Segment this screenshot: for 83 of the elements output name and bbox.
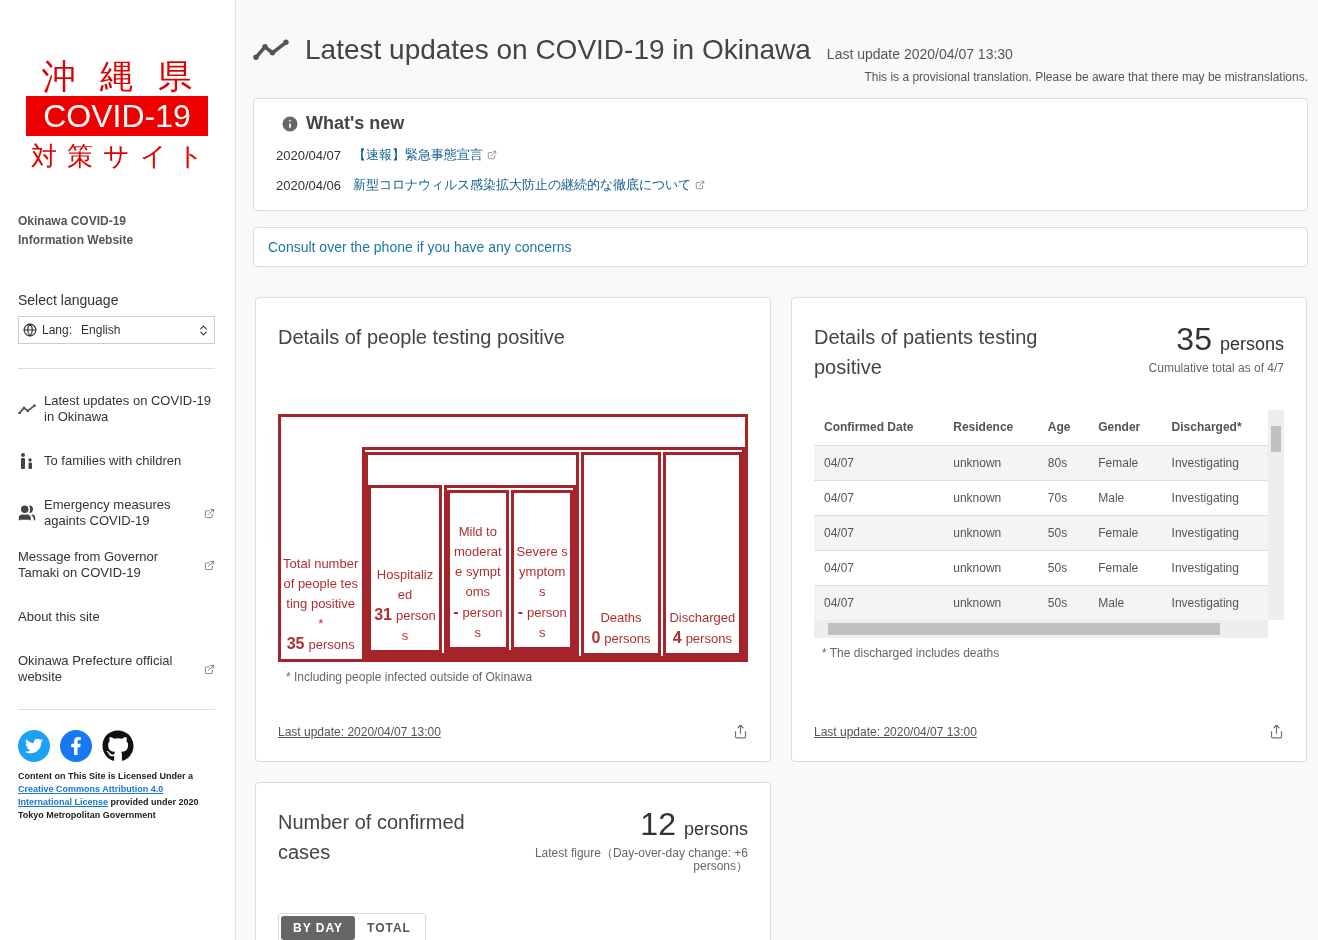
diagram-cell-text: Total number of people testing positive * 35 persons bbox=[282, 555, 360, 654]
github-icon[interactable] bbox=[102, 730, 134, 762]
card-title: Details of patients testing positive bbox=[814, 325, 1039, 380]
toggle-tab[interactable]: BY DAY bbox=[281, 916, 356, 940]
table-cell: unknown bbox=[943, 445, 1038, 480]
table-cell: 70s bbox=[1037, 480, 1089, 515]
column-header: Confirmed Date bbox=[814, 410, 944, 445]
language-label: Select language bbox=[18, 292, 120, 308]
news-date: 2020/04/07 bbox=[276, 147, 342, 163]
column-header: Age bbox=[1037, 410, 1089, 445]
license-link[interactable]: Creative Commons Attribution 4.0 bbox=[18, 784, 164, 794]
table-cell: 50s bbox=[1037, 515, 1089, 550]
last-update: Last update 2020/04/07 13:30 bbox=[826, 46, 1013, 62]
globe-icon bbox=[23, 323, 37, 337]
nav-item[interactable]: Okinawa Prefecture official website bbox=[18, 643, 215, 695]
share-icon[interactable] bbox=[1269, 724, 1284, 739]
select-label: Lang: bbox=[42, 323, 73, 337]
select-value: English bbox=[81, 323, 122, 337]
news-title: What's new bbox=[306, 113, 405, 134]
diagram-cell: Hospitalized 31 persons bbox=[368, 485, 442, 653]
count-caption: Latest figure（Day-over-day change: +6 persons） bbox=[533, 847, 748, 873]
table-cell: Male bbox=[1088, 480, 1162, 515]
card-title: Details of people testing positive bbox=[278, 325, 566, 350]
bird-icon[interactable] bbox=[18, 730, 50, 762]
people-icon bbox=[18, 504, 36, 522]
language-select[interactable]: Lang: English bbox=[18, 316, 215, 344]
card-title: Number of confirmed cases bbox=[278, 810, 466, 865]
nav-item[interactable]: Latest updates on COVID-19 in Okinawa bbox=[18, 383, 215, 435]
footnote: * Including people infected outside of Okinawa bbox=[285, 670, 534, 684]
facebook-icon[interactable] bbox=[60, 730, 92, 762]
page-title: Latest updates on COVID-19 in Okinawa bbox=[305, 34, 811, 66]
diagram-cell: Deaths 0 persons bbox=[581, 452, 661, 656]
total-count: 12 bbox=[640, 806, 676, 842]
news-link[interactable]: 新型コロナウィルス感染拡大防止の継続的な徹底について bbox=[353, 176, 706, 194]
column-header: Discharged* bbox=[1161, 410, 1268, 445]
translation-note: This is a provisional translation. Please be aware that there may be mistranslations. bbox=[863, 70, 1308, 84]
count-unit: persons bbox=[683, 819, 748, 839]
toggle-tab[interactable]: TOTAL bbox=[355, 916, 423, 940]
count-unit: persons bbox=[1219, 334, 1284, 354]
table-cell: Female bbox=[1088, 515, 1162, 550]
news-link[interactable]: 【速報】緊急事態宣言 bbox=[353, 146, 498, 164]
diagram-cell: Severe symptoms - persons bbox=[511, 490, 574, 650]
news-date: 2020/04/06 bbox=[276, 177, 342, 193]
table-cell: 04/07 bbox=[814, 515, 944, 550]
external-link-icon bbox=[487, 150, 498, 160]
logo-badge: COVID-19 bbox=[26, 96, 208, 136]
horizontal-scrollbar[interactable] bbox=[814, 620, 1268, 638]
license-text: Content on This Site is Licensed Under a Creative Commons Attribution 4.0 International License provided under 2020 Tokyo Metropolitan Government bbox=[18, 770, 200, 822]
table-cell: unknown bbox=[943, 515, 1038, 550]
license-link[interactable]: International License bbox=[18, 797, 109, 807]
table-cell: Female bbox=[1088, 550, 1162, 585]
vertical-scrollbar[interactable] bbox=[1268, 410, 1284, 620]
line-chart-icon bbox=[253, 39, 289, 61]
site-name: Okinawa COVID-19 Information Website bbox=[18, 213, 135, 249]
consult-link[interactable]: Consult over the phone if you have any concerns bbox=[268, 239, 572, 255]
logo-text: 沖縄県 bbox=[42, 56, 216, 96]
nav-item[interactable]: Message from Governor Tamaki on COVID-19 bbox=[18, 539, 215, 591]
share-icon[interactable] bbox=[733, 724, 748, 739]
logo-text: 対策サイト bbox=[30, 140, 214, 173]
line-chart-icon bbox=[18, 403, 36, 415]
column-header: Gender bbox=[1088, 410, 1162, 445]
chevron-icon bbox=[197, 323, 210, 337]
external-link-icon bbox=[695, 180, 706, 190]
diagram-cell: Mild to moderate symptoms - persons bbox=[446, 490, 509, 650]
count-caption: Cumulative total as of 4/7 bbox=[1148, 362, 1284, 375]
diagram-cell: Discharged 4 persons bbox=[662, 452, 742, 656]
table-cell: 80s bbox=[1037, 445, 1089, 480]
table-cell: 50s bbox=[1037, 550, 1089, 585]
column-header: Residence bbox=[943, 410, 1038, 445]
table-cell: Female bbox=[1088, 445, 1162, 480]
nav-item[interactable]: To families with children bbox=[18, 435, 215, 487]
last-update-link[interactable]: Last update: 2020/04/07 13:00 bbox=[814, 724, 977, 739]
info-icon bbox=[280, 113, 300, 134]
table-cell: unknown bbox=[943, 550, 1038, 585]
table-cell: 04/07 bbox=[814, 550, 944, 585]
last-update-link[interactable]: Last update: 2020/04/07 13:00 bbox=[278, 724, 441, 739]
table-cell: 04/07 bbox=[814, 445, 944, 480]
nav-item[interactable]: Emergency measures againts COVID-19 bbox=[18, 487, 215, 539]
table-cell: unknown bbox=[943, 480, 1038, 515]
total-count: 35 bbox=[1176, 321, 1212, 357]
footnote: * The discharged includes deaths bbox=[821, 646, 1001, 660]
nav-item[interactable]: About this site bbox=[18, 591, 215, 643]
table-cell: 04/07 bbox=[814, 480, 944, 515]
